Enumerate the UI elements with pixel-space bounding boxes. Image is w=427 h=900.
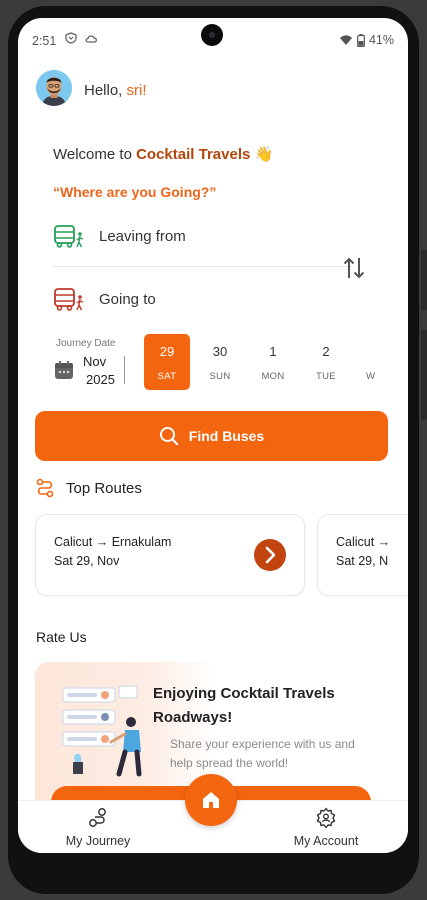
- home-icon: [203, 792, 219, 808]
- route-card[interactable]: Calicut → Sat 29, N: [317, 514, 408, 596]
- going-to-field[interactable]: Going to: [53, 282, 156, 316]
- user-avatar-icon: [36, 70, 72, 106]
- route-from: Calicut: [54, 535, 93, 549]
- nav-my-journey-label: My Journey: [65, 834, 131, 848]
- arrow-right-icon: →: [95, 535, 112, 549]
- leaving-from-field[interactable]: Leaving from: [53, 219, 186, 253]
- chevron-right-icon: [265, 546, 276, 564]
- leaving-from-label: Leaving from: [99, 227, 186, 245]
- swap-button[interactable]: [340, 254, 368, 282]
- find-buses-button[interactable]: Find Buses: [35, 411, 388, 461]
- nav-my-journey[interactable]: My Journey: [43, 807, 153, 848]
- rate-us-title: Rate Us: [36, 629, 87, 645]
- journey-month[interactable]: Nov: [83, 354, 106, 369]
- calendar-icon: [55, 361, 73, 379]
- route-to: Ernakulam: [111, 535, 172, 549]
- volume-button: [421, 330, 427, 420]
- rate-us-subtext: Share your experience with us and help s…: [170, 737, 355, 770]
- journey-date-label: Journey Date: [56, 338, 116, 349]
- app-screen: 2:51 41% Hello, sri! Welcome to Cocktail…: [18, 18, 408, 853]
- route-cities: Calicut → Ernakulam: [54, 535, 171, 549]
- top-routes-header: Top Routes: [36, 478, 142, 498]
- date-number: 2: [322, 344, 330, 359]
- device-frame: 2:51 41% Hello, sri! Welcome to Cocktail…: [0, 0, 427, 900]
- route-card[interactable]: Calicut → Ernakulam Sat 29, Nov: [35, 514, 305, 596]
- status-right: 41%: [339, 33, 394, 47]
- brand-name: Cocktail Travels: [136, 146, 251, 163]
- route-go-button[interactable]: [254, 539, 286, 571]
- home-button[interactable]: [185, 774, 237, 826]
- route-cities: Calicut →: [336, 535, 390, 549]
- status-icons: [64, 32, 99, 44]
- status-bar: 2:51 41%: [18, 18, 408, 60]
- rate-us-heading: Enjoying Cocktail Travels Roadways!: [153, 685, 335, 726]
- route-date: Sat 29, N: [336, 554, 389, 568]
- date-chip-2[interactable]: 2 TUE: [303, 334, 349, 390]
- avatar[interactable]: [36, 70, 72, 106]
- date-chip-30[interactable]: 30 SUN: [197, 334, 243, 390]
- swap-arrows-icon: [343, 257, 365, 279]
- search-divider: [53, 266, 353, 267]
- date-number: 29: [159, 344, 175, 359]
- journey-icon: [89, 808, 106, 827]
- route-date: Sat 29, Nov: [54, 554, 120, 568]
- bus-depart-icon: [54, 225, 84, 248]
- battery-percent: 41%: [368, 33, 394, 47]
- route-icon: [36, 478, 54, 498]
- going-to-label: Going to: [99, 290, 156, 308]
- arrow-right-icon: →: [377, 535, 391, 549]
- route-from: Calicut: [336, 535, 375, 549]
- welcome-text: Welcome to Cocktail Travels 👋: [53, 145, 273, 163]
- status-time: 2:51: [32, 34, 57, 48]
- date-number: [356, 344, 376, 359]
- date-weekday: TUE: [316, 371, 336, 382]
- front-camera: [201, 24, 223, 46]
- date-chip-1[interactable]: 1 MON: [250, 334, 296, 390]
- search-icon: [159, 427, 178, 446]
- bus-arrive-icon: [54, 288, 84, 311]
- nav-my-account-label: My Account: [293, 834, 359, 848]
- welcome-prefix: Welcome to: [53, 146, 137, 163]
- cloud-icon: [85, 35, 97, 43]
- greeting-prefix: Hello,: [84, 82, 127, 99]
- find-buses-label: Find Buses: [188, 428, 265, 444]
- account-gear-icon: [316, 807, 336, 829]
- date-separator: [124, 356, 125, 384]
- date-number: 30: [212, 344, 228, 359]
- review-illustration-icon: [62, 685, 142, 777]
- date-weekday: W: [366, 371, 376, 382]
- power-button: [421, 250, 427, 310]
- greeting: Hello, sri!: [84, 82, 147, 99]
- wifi-icon: [339, 35, 352, 45]
- date-chip-29[interactable]: 29 SAT: [144, 334, 190, 390]
- shield-icon: [65, 32, 77, 44]
- journey-year[interactable]: 2025: [86, 372, 115, 387]
- date-weekday: SAT: [157, 371, 177, 382]
- battery-icon: [357, 33, 365, 47]
- nav-my-account[interactable]: My Account: [271, 807, 381, 848]
- date-weekday: SUN: [209, 371, 231, 382]
- where-question: “Where are you Going?”: [53, 184, 217, 200]
- date-weekday: MON: [261, 371, 285, 382]
- user-name: sri!: [126, 82, 147, 99]
- top-routes-title: Top Routes: [66, 479, 142, 497]
- date-chip-partial[interactable]: W: [356, 334, 376, 390]
- date-number: 1: [269, 344, 277, 359]
- wave-emoji: 👋: [254, 146, 274, 163]
